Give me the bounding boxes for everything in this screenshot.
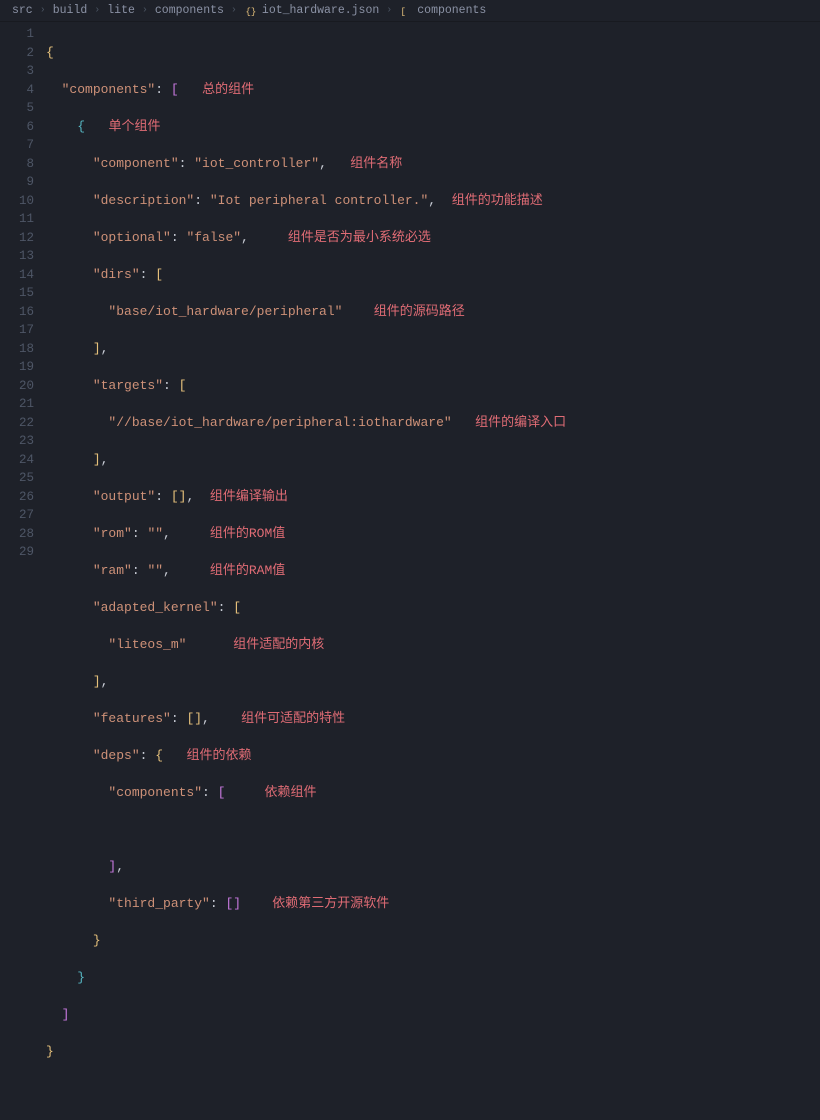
editor: 1 2 3 4 5 6 7 8 9 10 11 12 13 14 15 16 1… xyxy=(0,22,820,560)
json-key: "components" xyxy=(62,82,156,97)
json-string: "liteos_m" xyxy=(108,637,186,652)
annotation: 组件适配的内核 xyxy=(233,637,324,652)
annotation: 组件的编译入口 xyxy=(475,415,566,430)
line-number: 24 xyxy=(0,451,34,470)
line-number: 9 xyxy=(0,173,34,192)
annotation: 总的组件 xyxy=(202,82,254,97)
line-number: 1 xyxy=(0,25,34,44)
line-number: 3 xyxy=(0,62,34,81)
line-number: 18 xyxy=(0,340,34,359)
json-string: "iot_controller" xyxy=(194,156,319,171)
crumb-symbol[interactable]: components xyxy=(417,4,486,17)
chevron-right-icon: › xyxy=(386,5,392,16)
chevron-right-icon: › xyxy=(142,5,148,16)
json-string: "" xyxy=(147,526,163,541)
json-string: "base/iot_hardware/peripheral" xyxy=(108,304,342,319)
json-string: "" xyxy=(147,563,163,578)
json-key: "dirs" xyxy=(93,267,140,282)
line-number: 28 xyxy=(0,525,34,544)
json-string: "false" xyxy=(186,230,241,245)
annotation: 组件名称 xyxy=(350,156,402,171)
json-string: "//base/iot_hardware/peripheral:iothardw… xyxy=(108,415,451,430)
line-number: 5 xyxy=(0,99,34,118)
json-braces-icon: {} xyxy=(244,5,256,17)
line-number: 26 xyxy=(0,488,34,507)
json-string: "Iot peripheral controller." xyxy=(210,193,428,208)
json-key: "third_party" xyxy=(108,896,209,911)
line-number: 19 xyxy=(0,358,34,377)
annotation: 组件编译输出 xyxy=(210,489,288,504)
json-key: "output" xyxy=(93,489,155,504)
json-key: "rom" xyxy=(93,526,132,541)
line-number: 2 xyxy=(0,44,34,63)
breadcrumb: src › build › lite › components › {} iot… xyxy=(0,0,820,22)
annotation: 单个组件 xyxy=(108,119,160,134)
line-number: 12 xyxy=(0,229,34,248)
line-number: 11 xyxy=(0,210,34,229)
chevron-right-icon: › xyxy=(231,5,237,16)
chevron-right-icon: › xyxy=(94,5,100,16)
line-number: 4 xyxy=(0,81,34,100)
crumb-file[interactable]: iot_hardware.json xyxy=(262,4,379,17)
annotation: 组件的功能描述 xyxy=(452,193,543,208)
annotation: 组件的ROM值 xyxy=(210,526,285,541)
svg-text:{}: {} xyxy=(245,7,256,17)
line-number: 8 xyxy=(0,155,34,174)
json-key: "optional" xyxy=(93,230,171,245)
crumb-components[interactable]: components xyxy=(155,4,224,17)
line-number: 10 xyxy=(0,192,34,211)
line-number: 23 xyxy=(0,432,34,451)
line-number: 21 xyxy=(0,395,34,414)
annotation: 组件的依赖 xyxy=(186,748,251,763)
json-array-icon: [ ] xyxy=(399,5,411,17)
svg-text:[ ]: [ ] xyxy=(401,7,412,17)
chevron-right-icon: › xyxy=(40,5,46,16)
crumb-build[interactable]: build xyxy=(53,4,88,17)
json-key: "targets" xyxy=(93,378,163,393)
line-number: 6 xyxy=(0,118,34,137)
annotation: 依赖组件 xyxy=(264,785,316,800)
json-key: "adapted_kernel" xyxy=(93,600,218,615)
crumb-src[interactable]: src xyxy=(12,4,33,17)
line-number: 15 xyxy=(0,284,34,303)
json-key: "deps" xyxy=(93,748,140,763)
annotation: 组件是否为最小系统必选 xyxy=(288,230,431,245)
json-key: "components" xyxy=(108,785,202,800)
line-number: 13 xyxy=(0,247,34,266)
line-number: 17 xyxy=(0,321,34,340)
annotation: 组件的RAM值 xyxy=(210,563,285,578)
json-key: "description" xyxy=(93,193,194,208)
json-key: "features" xyxy=(93,711,171,726)
line-number: 16 xyxy=(0,303,34,322)
line-number: 29 xyxy=(0,543,34,562)
line-number: 20 xyxy=(0,377,34,396)
json-key: "component" xyxy=(93,156,179,171)
json-key: "ram" xyxy=(93,563,132,578)
crumb-lite[interactable]: lite xyxy=(107,4,135,17)
annotation: 组件可适配的特性 xyxy=(241,711,345,726)
line-number: 22 xyxy=(0,414,34,433)
line-number: 25 xyxy=(0,469,34,488)
annotation: 组件的源码路径 xyxy=(374,304,465,319)
annotation: 依赖第三方开源软件 xyxy=(272,896,389,911)
gutter: 1 2 3 4 5 6 7 8 9 10 11 12 13 14 15 16 1… xyxy=(0,22,46,560)
code-area[interactable]: { "components": [ 总的组件 { 单个组件 "component… xyxy=(46,22,820,560)
line-number: 14 xyxy=(0,266,34,285)
line-number: 7 xyxy=(0,136,34,155)
line-number: 27 xyxy=(0,506,34,525)
